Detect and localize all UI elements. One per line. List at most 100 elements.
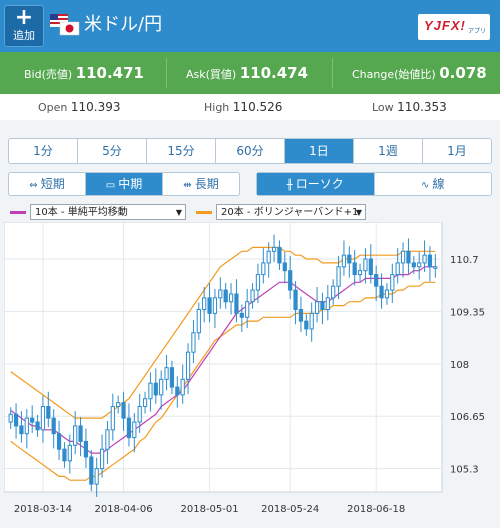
open-value: 110.393 [70,100,121,114]
candle-body [400,250,406,264]
line-button[interactable]: ∿ 線 [375,173,492,195]
candle-body [212,297,218,314]
tab-15min[interactable]: 15分 [147,139,216,163]
candle-body [374,274,379,287]
candle-body [357,270,363,276]
candle-body [352,262,357,276]
candle-body [153,382,158,396]
candle-body [341,254,347,268]
tab-1min[interactable]: 1分 [9,139,78,163]
bid-quote: Bid(売値) 110.471 [24,52,144,94]
candle-body [169,367,175,388]
candle-body [288,270,293,291]
quote-bar: Bid(売値) 110.471 Ask(買値) 110.474 Change(始… [0,52,500,94]
candle-body [148,382,153,400]
brand-logo: YJFX! アプリ [418,14,490,40]
candle-body [121,402,126,419]
candle-body [261,262,266,276]
candle-body [250,289,255,303]
candle-body [19,425,24,435]
short-period-icon: ⇔ [29,180,38,191]
candle-body [395,262,400,276]
ma-select[interactable]: 10本 - 単純平均移動 ▼ [30,204,186,220]
open-stat: Open 110.393 [38,94,121,121]
candle-body [417,262,422,268]
open-label: Open [38,101,68,114]
candle-body [331,285,336,299]
candle-body [137,406,142,423]
candle-body [384,289,390,299]
change-value: 0.078 [439,64,487,82]
low-value: 110.353 [397,100,447,114]
candle-body [234,293,239,314]
candle-body [411,262,416,268]
bb-select-label: 20本 - ボリンジャーバンド+1 [221,207,359,218]
x-tick-label: 2018-04-06 [95,504,153,515]
ma-select-label: 10本 - 単純平均移動 [35,207,128,218]
candle-body [185,351,191,380]
tab-5min[interactable]: 5分 [78,139,147,163]
flag-icon [50,14,80,36]
candle-body [78,425,83,442]
candle-body [433,266,438,269]
period-mid-button[interactable]: ▭ 中期 [86,173,163,195]
candle-body [132,421,137,439]
candle-body [282,262,287,272]
candle-body [271,246,277,252]
plus-icon: + [14,5,34,30]
candle-body [427,254,433,268]
candle-body [202,297,207,310]
ask-label: Ask(買値) [186,68,237,81]
candle-body [390,274,395,291]
ask-value: 110.474 [239,64,309,82]
candle-body [51,417,56,435]
y-tick-label: 106.65 [450,412,485,423]
tab-1day[interactable]: 1日 [285,139,354,163]
mid-period-icon: ▭ [105,180,116,191]
candle-body [40,406,46,431]
candlestick-button[interactable]: ╫ ローソク [257,173,375,195]
brand-text: YJFX! [424,18,466,33]
period-long-button[interactable]: ⇹ 長期 [163,173,239,195]
y-tick-label: 105.3 [450,465,479,476]
candle-body [368,258,373,276]
candle-body [24,417,29,435]
candle-body [298,308,304,322]
tab-1week[interactable]: 1週 [354,139,423,163]
candle-body [164,367,169,380]
x-tick-label: 2018-06-18 [347,504,405,515]
candle-body [255,274,261,291]
candle-body [320,301,325,310]
candle-body [223,289,228,303]
brand-sub: アプリ [468,28,487,35]
candle-body [175,386,180,396]
divider [332,58,333,88]
candle-body [73,425,78,446]
candle-body [245,301,250,318]
tab-1month[interactable]: 1月 [423,139,491,163]
candle-body [62,448,67,462]
candle-body [207,297,212,314]
candle-body [379,285,384,299]
period-short-label: 短期 [40,177,65,191]
period-short-button[interactable]: ⇔ 短期 [9,173,86,195]
period-mid-label: 中期 [118,177,143,191]
x-tick-label: 2018-05-24 [261,504,319,515]
tab-60min[interactable]: 60分 [216,139,285,163]
price-chart[interactable]: 110.7 109.35 108 106.65 105.3 2018-03-14 2018… [4,222,496,524]
bb-select[interactable]: 20本 - ボリンジャーバンド+1 ▼ [216,204,366,220]
add-button[interactable]: + 追加 [4,5,44,47]
candle-body [218,289,223,299]
low-stat: Low 110.353 [372,94,447,121]
candle-body [94,468,99,485]
candle-body [99,448,105,470]
candlestick-icon: ╫ [286,180,293,191]
y-tick-label: 110.7 [450,255,479,266]
candle-body [46,406,51,419]
candle-body [56,433,62,450]
candle-body [336,266,341,287]
period-segment: ⇔ 短期 ▭ 中期 ⇹ 長期 [8,172,240,196]
change-quote: Change(始値比) 0.078 [352,52,487,94]
x-tick-label: 2018-03-14 [14,504,72,515]
long-period-icon: ⇹ [183,180,192,191]
